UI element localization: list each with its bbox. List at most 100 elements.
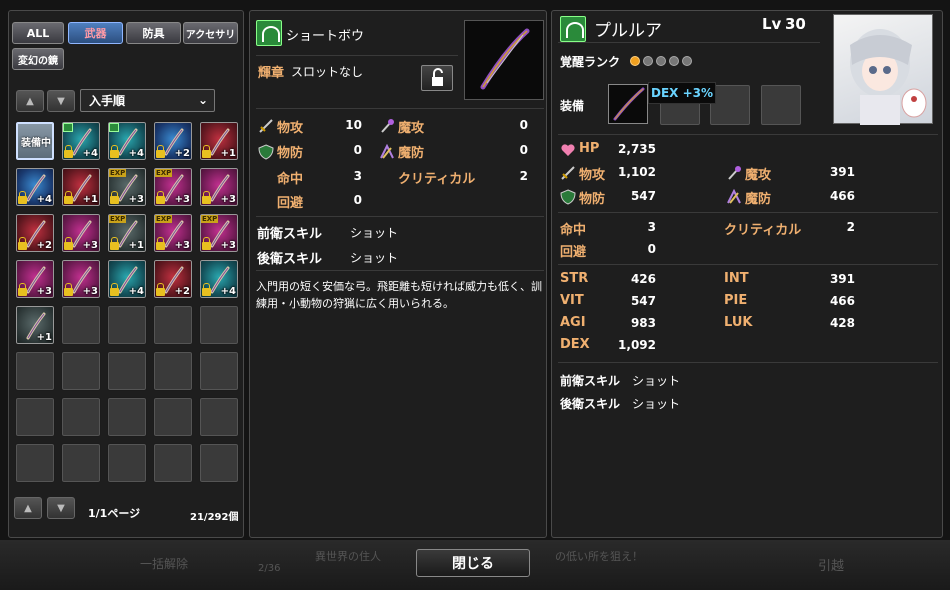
inventory-slot[interactable]: EXP +1	[107, 213, 147, 253]
empty-slot[interactable]	[199, 305, 239, 345]
stat-eva-value: 0	[353, 193, 362, 207]
level-label: Lv	[762, 15, 782, 33]
lock-icon	[202, 283, 211, 296]
empty-slot[interactable]	[107, 351, 147, 391]
empty-slot[interactable]	[199, 397, 239, 437]
enhance-level: +3	[82, 286, 98, 297]
exp-badge-icon: EXP	[201, 215, 219, 223]
inventory-slot[interactable]: EXP +3	[153, 213, 193, 253]
empty-slot[interactable]	[199, 443, 239, 483]
inventory-slot[interactable]: +4	[107, 259, 147, 299]
enhance-level: +3	[174, 194, 190, 205]
char-back-skill-label: 後衛スキル	[560, 397, 621, 411]
empty-slot[interactable]	[153, 351, 193, 391]
sort-down-button[interactable]: ▼	[47, 90, 75, 112]
empty-slot[interactable]	[61, 305, 101, 345]
lock-icon	[202, 237, 211, 250]
empty-slot[interactable]	[153, 305, 193, 345]
attr-pie-label: PIE	[724, 293, 748, 308]
inventory-slot[interactable]: EXP +3	[153, 167, 193, 207]
inventory-slot[interactable]: +2	[15, 213, 55, 253]
dex-tooltip: DEX +3%	[648, 82, 716, 104]
bow-class-icon	[256, 20, 282, 46]
upgrade-icon	[109, 123, 119, 132]
equipped-label: 装備中	[21, 138, 51, 149]
lock-icon	[64, 191, 73, 204]
inventory-slot[interactable]: EXP +3	[199, 213, 239, 253]
empty-slot[interactable]	[107, 443, 147, 483]
char-front-skill-label: 前衛スキル	[560, 374, 621, 388]
equip-slot-weapon[interactable]	[608, 84, 648, 124]
lock-icon	[156, 283, 165, 296]
empty-slot[interactable]	[107, 397, 147, 437]
inventory-slot[interactable]: +4	[61, 121, 101, 161]
page-down-button[interactable]: ▼	[47, 497, 75, 519]
inventory-slot[interactable]: EXP +3	[107, 167, 147, 207]
enhance-level: +4	[36, 194, 52, 205]
inventory-slot[interactable]: +4	[199, 259, 239, 299]
char-hit-value: 3	[647, 220, 656, 234]
inventory-slot[interactable]: +3	[15, 259, 55, 299]
bg-text-1: 異世界の住人	[315, 550, 381, 563]
equip-slot-mirror[interactable]	[761, 85, 801, 125]
stat-crit-value: 2	[519, 169, 528, 183]
character-portrait[interactable]	[833, 14, 933, 125]
attr-luk-label: LUK	[724, 315, 753, 330]
attr-pie-value: 466	[829, 294, 855, 308]
tab-weapon[interactable]: 武器	[68, 22, 123, 44]
lock-icon	[18, 283, 27, 296]
tab-accessory[interactable]: アクセサリ	[183, 22, 238, 44]
char-patk-label: 物攻	[579, 168, 606, 183]
unlock-button[interactable]	[421, 65, 453, 91]
inventory-slot[interactable]: +3	[199, 167, 239, 207]
empty-slot[interactable]	[153, 397, 193, 437]
lock-icon	[156, 237, 165, 250]
close-button[interactable]: 閉じる	[416, 549, 530, 577]
enhance-level: +2	[174, 286, 190, 297]
attr-int-label: INT	[724, 271, 749, 286]
inventory-slot[interactable]: +2	[153, 121, 193, 161]
sort-up-button[interactable]: ▲	[16, 90, 44, 112]
equip-label: 装備	[560, 99, 585, 113]
attr-luk-value: 428	[829, 316, 855, 330]
rank-dot	[682, 56, 692, 66]
empty-slot[interactable]	[61, 351, 101, 391]
exp-badge-icon: EXP	[109, 169, 127, 177]
empty-slot[interactable]	[15, 443, 55, 483]
stat-matk-label: 魔攻	[398, 121, 425, 136]
inventory-slot[interactable]: +3	[61, 259, 101, 299]
rank-dot	[643, 56, 653, 66]
tab-armor[interactable]: 防具	[126, 22, 181, 44]
sort-dropdown[interactable]: 入手順 ⌄	[80, 89, 215, 112]
empty-slot[interactable]	[15, 397, 55, 437]
inventory-slot-equipped[interactable]: 装備中	[15, 121, 55, 161]
empty-slot[interactable]	[107, 305, 147, 345]
exp-badge-icon: EXP	[155, 215, 173, 223]
stat-pdef-value: 0	[353, 143, 362, 157]
sort-dropdown-label: 入手順	[89, 94, 126, 108]
item-image	[464, 20, 544, 100]
empty-slot[interactable]	[153, 443, 193, 483]
empty-slot[interactable]	[15, 351, 55, 391]
awaken-rank-label: 覚醒ランク	[560, 55, 621, 69]
inventory-slot[interactable]: +4	[15, 167, 55, 207]
page-up-button[interactable]: ▲	[14, 497, 42, 519]
equip-slot-accessory[interactable]	[710, 85, 750, 125]
inventory-slot[interactable]: +3	[61, 213, 101, 253]
hp-value: 2,735	[618, 142, 656, 156]
tab-all[interactable]: ALL	[12, 22, 64, 44]
char-patk-value: 1,102	[618, 165, 656, 179]
shield-icon	[560, 189, 576, 205]
unlock-icon	[432, 68, 443, 86]
empty-slot[interactable]	[199, 351, 239, 391]
inventory-slot[interactable]: +2	[153, 259, 193, 299]
enhance-level: +3	[128, 194, 144, 205]
inventory-slot[interactable]: +1	[61, 167, 101, 207]
empty-slot[interactable]	[61, 397, 101, 437]
tab-mirror[interactable]: 変幻の鏡	[12, 48, 64, 70]
inventory-slot[interactable]: +1	[15, 305, 55, 345]
inventory-slot[interactable]: +4	[107, 121, 147, 161]
stat-crit-label: クリティカル	[398, 172, 476, 187]
empty-slot[interactable]	[61, 443, 101, 483]
inventory-slot[interactable]: +1	[199, 121, 239, 161]
